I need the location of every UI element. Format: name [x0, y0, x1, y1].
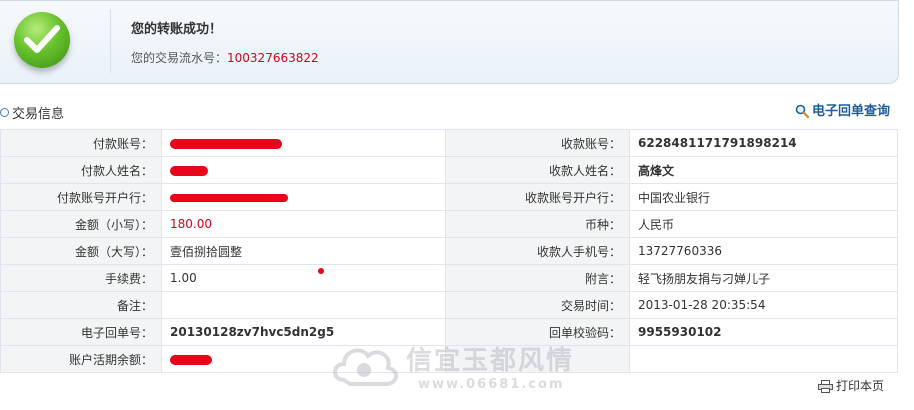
payer-account-label: 付款账号： — [0, 129, 162, 157]
printer-icon — [817, 380, 833, 393]
print-label[interactable]: 打印本页 — [836, 379, 884, 393]
transaction-time-label: 交易时间： — [445, 291, 630, 319]
magnifier-icon — [795, 104, 810, 119]
remark-label: 备注： — [0, 291, 162, 319]
amount-words-value: 壹佰捌拾圆整 — [161, 237, 446, 265]
fee-value: 1.00 — [161, 264, 446, 292]
amount-figures-label: 金额（小写）： — [0, 210, 162, 238]
redaction-mark — [170, 138, 282, 149]
table-row: 付款账号： 收款账号： 6228481171791898214 — [0, 129, 898, 157]
verify-code-value: 9955930102 — [629, 318, 898, 346]
cloud-logo-icon — [333, 348, 398, 386]
fee-label: 手续费： — [0, 264, 162, 292]
redaction-mark — [170, 354, 212, 365]
payee-account-label: 收款账号： — [445, 129, 630, 157]
table-row: 备注： 交易时间： 2013-01-28 20:35:54 — [0, 291, 898, 319]
payer-name-value — [161, 156, 446, 184]
redaction-mark — [170, 165, 208, 176]
payer-bank-label: 付款账号开户行： — [0, 183, 162, 211]
payee-name-label: 收款人姓名： — [445, 156, 630, 184]
success-title: 您的转账成功！ — [131, 22, 223, 37]
print-button[interactable]: 打印本页 — [817, 377, 884, 394]
payer-bank-value — [161, 183, 446, 211]
receipt-query-link[interactable]: 电子回单查询 — [795, 100, 890, 119]
receipt-query-text[interactable]: 电子回单查询 — [812, 104, 890, 119]
payer-name-label: 付款人姓名： — [0, 156, 162, 184]
serial-label: 您的交易流水号： — [131, 51, 228, 65]
watermark: 信宜玉都风情 www.06681.com — [330, 336, 572, 401]
section-title: 交易信息 — [0, 103, 64, 122]
red-dot-mark — [318, 268, 324, 274]
table-row: 付款账号开户行： 收款账号开户行： 中国农业银行 — [0, 183, 898, 211]
payee-bank-label: 收款账号开户行： — [445, 183, 630, 211]
receipt-number-label: 电子回单号： — [0, 318, 162, 346]
receipt-number-value: 20130128zv7hvc5dn2g5 — [161, 318, 446, 346]
redaction-mark — [170, 193, 288, 202]
banner-divider — [110, 9, 111, 73]
memo-label: 附言： — [445, 264, 630, 292]
payee-name-value: 高烽文 — [629, 156, 898, 184]
remark-value — [161, 291, 446, 319]
watermark-url: www.06681.com — [418, 377, 565, 392]
amount-words-label: 金额（大写）： — [0, 237, 162, 265]
section-title-text: 交易信息 — [12, 107, 65, 122]
balance-label: 账户活期余额： — [0, 345, 162, 373]
payee-phone-value: 13727760336 — [629, 237, 898, 265]
table-row: 手续费： 1.00 附言： 轻飞扬朋友捐与刁婵儿子 — [0, 264, 898, 292]
transaction-table: 付款账号： 收款账号： 6228481171791898214 付款人姓名： 收… — [0, 129, 898, 373]
currency-label: 币种： — [445, 210, 630, 238]
empty-value — [629, 345, 898, 373]
success-banner: 您的转账成功！ 您的交易流水号：100327663822 — [0, 0, 899, 84]
serial-number: 100327663822 — [227, 51, 319, 65]
balance-value — [161, 345, 446, 373]
success-check-icon — [14, 12, 70, 68]
watermark-text: 信宜玉都风情 — [406, 346, 575, 376]
amount-figures-value: 180.00 — [161, 210, 446, 238]
bullet-icon — [0, 108, 9, 117]
memo-value: 轻飞扬朋友捐与刁婵儿子 — [629, 264, 898, 292]
payee-account-value: 6228481171791898214 — [629, 129, 898, 157]
table-row: 金额（大写）： 壹佰捌拾圆整 收款人手机号： 13727760336 — [0, 237, 898, 265]
payee-phone-label: 收款人手机号： — [445, 237, 630, 265]
payee-bank-value: 中国农业银行 — [629, 183, 898, 211]
serial-line: 您的交易流水号：100327663822 — [131, 49, 319, 66]
transaction-time-value: 2013-01-28 20:35:54 — [629, 291, 898, 319]
currency-value: 人民币 — [629, 210, 898, 238]
table-row: 金额（小写）： 180.00 币种： 人民币 — [0, 210, 898, 238]
table-row: 付款人姓名： 收款人姓名： 高烽文 — [0, 156, 898, 184]
payer-account-value — [161, 129, 446, 157]
